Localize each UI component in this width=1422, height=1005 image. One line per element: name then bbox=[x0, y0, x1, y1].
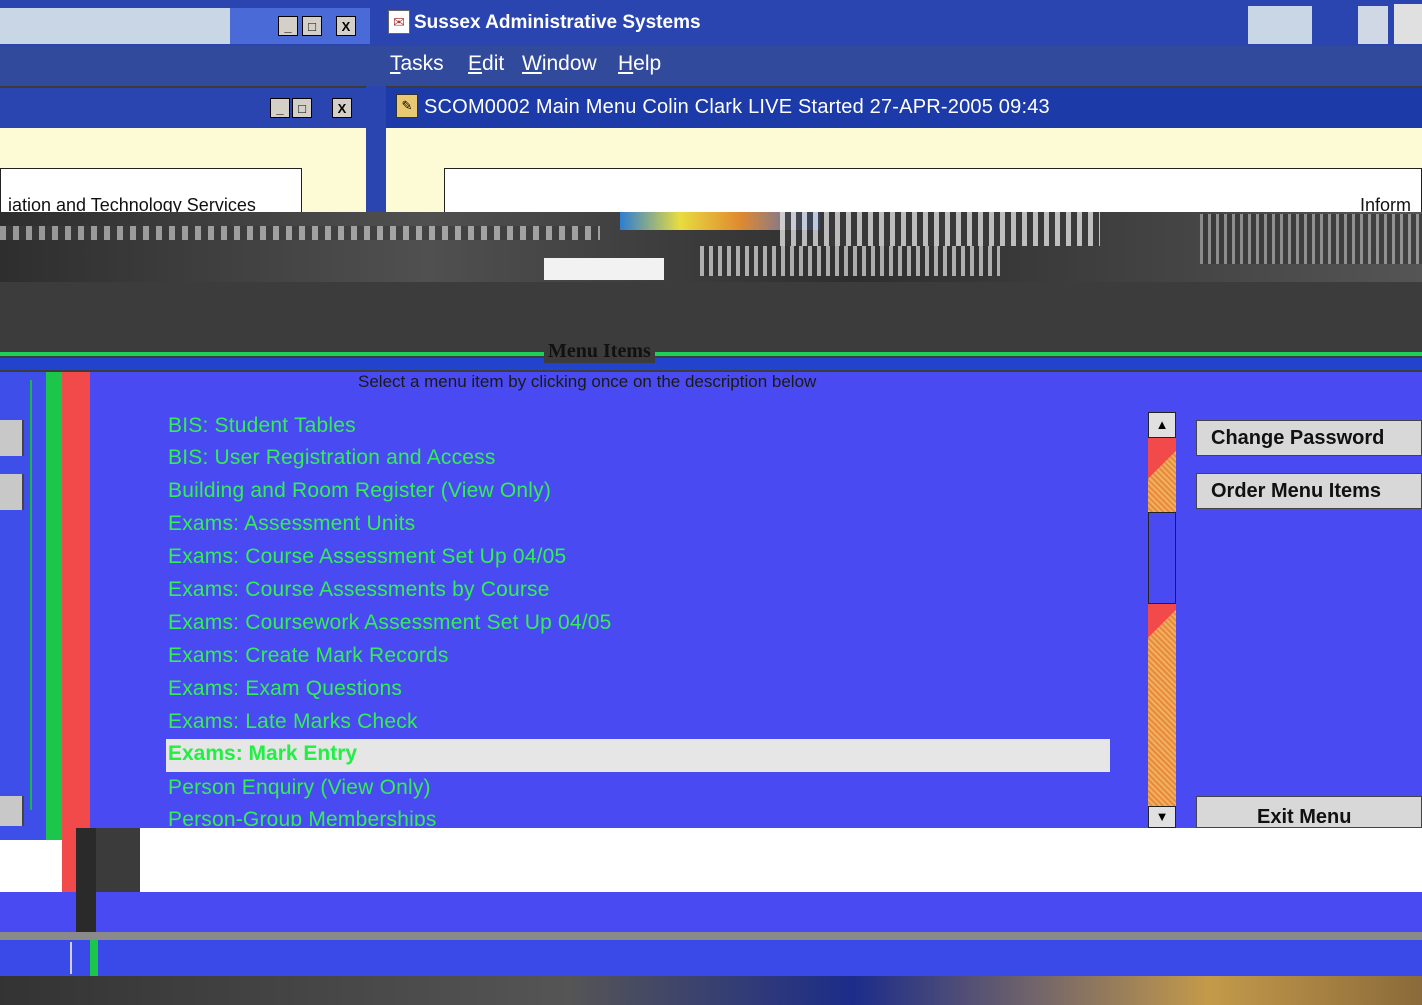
menu-item[interactable]: Exams: Create Mark Records bbox=[168, 644, 449, 668]
menu-item[interactable]: BIS: Student Tables bbox=[168, 414, 356, 438]
bottom-field bbox=[140, 828, 1422, 892]
app-title: Sussex Administrative Systems bbox=[414, 12, 701, 33]
left-stub-button-2[interactable] bbox=[0, 474, 24, 510]
scroll-down-icon[interactable]: ▼ bbox=[1148, 806, 1176, 828]
scrollbar-artifact-2 bbox=[1148, 604, 1176, 644]
bottom-band-left bbox=[0, 892, 76, 932]
menu-item[interactable]: Person Enquiry (View Only) bbox=[168, 776, 431, 800]
scrollbar-artifact bbox=[1148, 438, 1176, 512]
left-window-maximize-button[interactable]: □ bbox=[292, 98, 312, 118]
title-bar-segment-right-3 bbox=[1394, 4, 1422, 44]
title-bar-background-left bbox=[0, 8, 230, 44]
menu-instruction: Select a menu item by clicking once on t… bbox=[358, 372, 817, 391]
minimize-button[interactable]: _ bbox=[278, 16, 298, 36]
order-menu-items-button[interactable]: Order Menu Items bbox=[1196, 473, 1422, 509]
taskbar bbox=[0, 976, 1422, 1005]
menu-item[interactable]: Exams: Late Marks Check bbox=[168, 710, 418, 734]
menu-item[interactable]: Exams: Coursework Assessment Set Up 04/0… bbox=[168, 611, 612, 635]
university-logo-artifact bbox=[780, 212, 1100, 246]
maximize-button[interactable]: □ bbox=[302, 16, 322, 36]
app-logo-icon: ✉ bbox=[388, 10, 410, 34]
frame-border bbox=[0, 352, 1422, 356]
left-stub-button-1[interactable] bbox=[0, 420, 24, 456]
menu-items-frame-title: Menu Items bbox=[544, 340, 655, 363]
main-window-title: SCOM0002 Main Menu Colin Clark LIVE Star… bbox=[424, 96, 1050, 118]
menu-window[interactable]: Window bbox=[522, 52, 597, 76]
status-separator bbox=[0, 932, 1422, 940]
left-strip-red bbox=[62, 372, 90, 892]
close-button[interactable]: X bbox=[336, 16, 356, 36]
banner-white-block bbox=[544, 258, 664, 280]
status-indicator bbox=[90, 940, 98, 980]
menu-bar bbox=[0, 46, 1422, 86]
left-strip-line bbox=[30, 380, 32, 810]
scrollbar-thumb[interactable] bbox=[1148, 512, 1176, 604]
scroll-up-icon[interactable]: ▲ bbox=[1148, 412, 1176, 438]
status-bar bbox=[0, 940, 1422, 976]
left-stub-button-3[interactable] bbox=[0, 796, 24, 826]
menu-item[interactable]: Building and Room Register (View Only) bbox=[168, 479, 551, 503]
menu-item[interactable]: Person-Group Memberships bbox=[168, 808, 437, 826]
frame-border-blue bbox=[0, 358, 1422, 370]
change-password-button[interactable]: Change Password bbox=[1196, 420, 1422, 456]
left-window-minimize-button[interactable]: _ bbox=[270, 98, 290, 118]
banner-noise bbox=[0, 226, 600, 240]
menu-item[interactable]: Exams: Exam Questions bbox=[168, 677, 402, 701]
exit-menu-button[interactable]: Exit Menu bbox=[1196, 796, 1422, 828]
left-strip-green bbox=[46, 372, 62, 892]
main-window-header-box bbox=[444, 168, 1422, 214]
selected-menu-item[interactable]: Exams: Mark Entry bbox=[168, 742, 357, 766]
status-cell bbox=[10, 942, 72, 974]
left-window-close-button[interactable]: X bbox=[332, 98, 352, 118]
banner-noise-2 bbox=[700, 246, 1000, 276]
title-bar-segment-right-2 bbox=[1358, 6, 1388, 44]
form-icon: ✎ bbox=[396, 94, 418, 118]
banner-noise-3 bbox=[1200, 214, 1422, 264]
menu-item[interactable]: Exams: Course Assessment Set Up 04/05 bbox=[168, 545, 566, 569]
title-bar-segment-right bbox=[1248, 6, 1312, 44]
bottom-band bbox=[96, 892, 1422, 932]
menu-item[interactable]: BIS: User Registration and Access bbox=[168, 446, 496, 470]
menu-help[interactable]: Help bbox=[618, 52, 661, 76]
bottom-field-left bbox=[0, 840, 62, 892]
window-separator bbox=[366, 86, 386, 216]
menu-tasks[interactable]: Tasks bbox=[390, 52, 444, 76]
menu-item[interactable]: Exams: Course Assessments by Course bbox=[168, 578, 550, 602]
menu-item[interactable]: Exams: Assessment Units bbox=[168, 512, 415, 536]
menu-edit[interactable]: Edit bbox=[468, 52, 504, 76]
